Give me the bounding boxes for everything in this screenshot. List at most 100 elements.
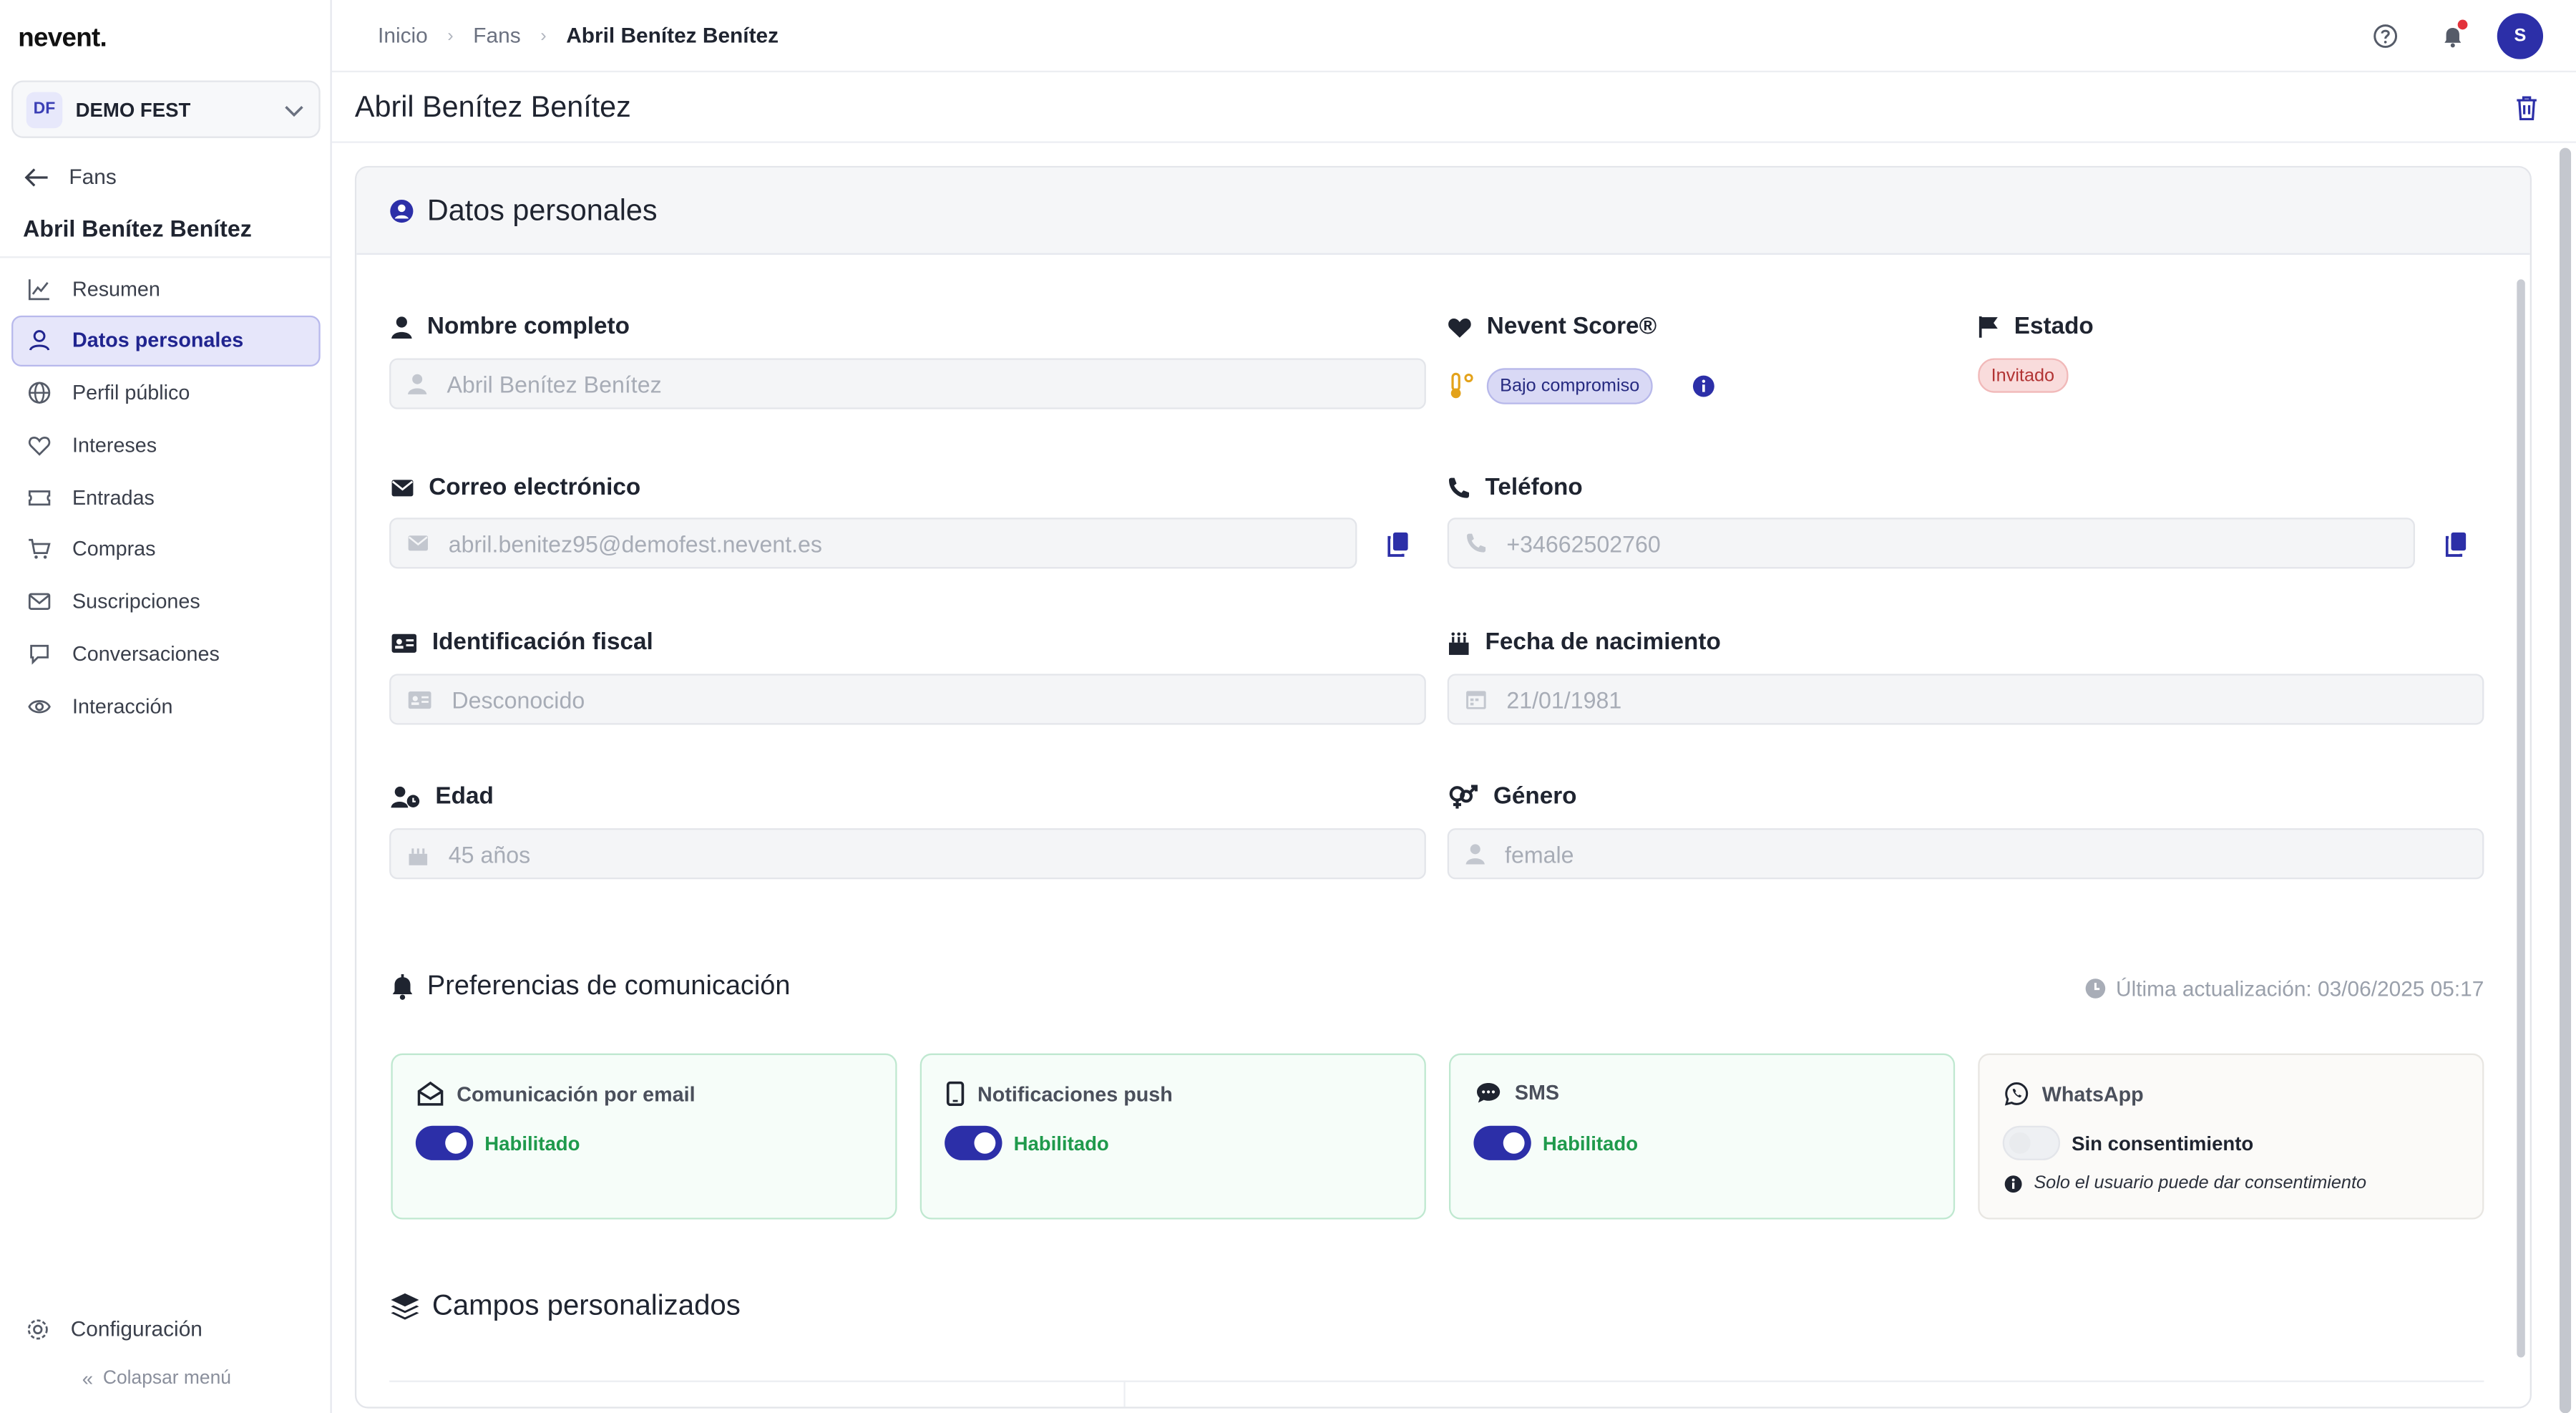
age-label: Edad	[391, 784, 494, 810]
tax-id-field[interactable]: Desconocido	[389, 674, 1426, 725]
pref-label: Notificaciones push	[977, 1082, 1173, 1105]
pref-card-whatsapp: WhatsApp Sin consentimiento Solo el usua…	[1978, 1053, 2484, 1220]
eye-icon	[28, 699, 51, 714]
pref-header: SMS	[1475, 1082, 1559, 1104]
user-circle-icon	[390, 198, 414, 222]
sidebar-item-label: Conversaciones	[72, 642, 220, 666]
user-avatar[interactable]: S	[2497, 13, 2544, 59]
gear-icon	[27, 1319, 48, 1339]
sidebar-item-suscripciones[interactable]: Suscripciones	[11, 576, 321, 627]
sidebar-item-interaccion[interactable]: Interacción	[11, 681, 321, 732]
sidebar-item-label: Perfil público	[72, 381, 190, 405]
gender-icon	[1449, 785, 1478, 809]
card-scrollbar[interactable]	[2517, 279, 2525, 1358]
sidebar-item-perfil-publico[interactable]: Perfil público	[11, 367, 321, 418]
title-text: Campos personalizados	[431, 1288, 741, 1321]
page-scrollbar[interactable]	[2560, 147, 2572, 1413]
user-solid-icon	[408, 374, 427, 394]
breadcrumb-inicio[interactable]: Inicio	[378, 23, 428, 47]
pref-card-push: Notificaciones push Habilitado	[919, 1053, 1426, 1220]
sidebar-item-resumen[interactable]: Resumen	[11, 263, 321, 314]
sidebar-item-label: Suscripciones	[72, 590, 200, 614]
cake-icon	[1448, 631, 1469, 654]
user-solid-icon	[1465, 844, 1485, 865]
sidebar-nav: Resumen Datos personales Perfil público …	[11, 263, 321, 733]
sidebar-item-conversaciones[interactable]: Conversaciones	[11, 628, 321, 679]
id-card-icon	[408, 690, 431, 708]
pref-header: Comunicación por email	[417, 1081, 696, 1106]
chevron-right-icon: ›	[447, 25, 454, 46]
email-toggle[interactable]	[415, 1125, 474, 1160]
arrow-left-icon	[24, 167, 48, 186]
label-text: Edad	[435, 784, 494, 810]
page-title: Abril Benítez Benítez	[354, 90, 631, 124]
pref-card-sms: SMS Habilitado	[1448, 1053, 1956, 1220]
custom-fields-column-divider	[1123, 1380, 1126, 1407]
pref-header: WhatsApp	[2004, 1082, 2144, 1106]
app-window: nevent. DF DEMO FEST Fans Abril Benítez …	[0, 0, 2576, 1413]
birth-date-label: Fecha de nacimiento	[1448, 629, 1721, 656]
organization-selector[interactable]: DF DEMO FEST	[11, 80, 321, 138]
ticket-icon	[28, 490, 51, 505]
copy-phone-icon[interactable]	[2443, 531, 2469, 558]
field-value: abril.benitez95@demofest.nevent.es	[448, 530, 823, 557]
pref-label: Comunicación por email	[457, 1082, 696, 1105]
age-field[interactable]: 45 años	[389, 828, 1426, 880]
estado-label: Estado	[1978, 314, 2094, 341]
sidebar-item-compras[interactable]: Compras	[11, 524, 321, 575]
phone-field[interactable]: +34662502760	[1447, 518, 2415, 569]
sidebar-item-configuracion[interactable]: Configuración	[26, 1316, 203, 1341]
gender-field[interactable]: female	[1447, 828, 2484, 880]
config-label: Configuración	[70, 1316, 203, 1341]
clock-icon	[2085, 979, 2106, 999]
label-text: Género	[1493, 784, 1577, 810]
sidebar-item-label: Datos personales	[72, 329, 244, 353]
breadcrumb-fans[interactable]: Fans	[473, 23, 520, 47]
field-value: 45 años	[448, 840, 531, 868]
push-toggle[interactable]	[945, 1125, 1002, 1160]
field-value: female	[1505, 840, 1574, 868]
sms-toggle[interactable]	[1473, 1125, 1531, 1160]
whatsapp-icon	[2004, 1082, 2029, 1106]
sidebar-item-intereses[interactable]: Intereses	[11, 419, 321, 470]
chevron-right-icon: ›	[540, 25, 547, 46]
top-bar: Inicio › Fans › Abril Benítez Benítez S	[331, 0, 2576, 73]
birth-date-field[interactable]: 21/01/1981	[1447, 674, 2484, 725]
email-field[interactable]: abril.benitez95@demofest.nevent.es	[389, 518, 1357, 569]
flag-icon	[1979, 316, 1998, 338]
collapse-menu-button[interactable]: « Colapsar menú	[82, 1367, 231, 1390]
sidebar-item-datos-personales[interactable]: Datos personales	[11, 315, 321, 366]
label-text: Correo electrónico	[429, 475, 641, 502]
envelope-solid-icon	[391, 480, 414, 497]
user-solid-icon	[391, 316, 412, 339]
copy-email-icon[interactable]	[1385, 531, 1411, 558]
help-button[interactable]	[2363, 13, 2409, 59]
label-text: Estado	[2014, 314, 2094, 341]
fan-name-heading: Abril Benítez Benítez	[23, 215, 252, 242]
label-text: Nombre completo	[426, 314, 630, 341]
sidebar-item-label: Resumen	[72, 276, 160, 301]
label-text: Nevent Score®	[1486, 314, 1657, 341]
sidebar-item-label: Interacción	[72, 694, 173, 719]
delete-button[interactable]	[2514, 94, 2540, 130]
envelope-solid-icon	[408, 535, 428, 551]
phone-icon	[1448, 477, 1469, 498]
whatsapp-toggle[interactable]	[2002, 1125, 2061, 1160]
full-name-field[interactable]: Abril Benítez Benítez	[389, 358, 1426, 409]
field-value: 21/01/1981	[1506, 686, 1622, 713]
sms-bubble-icon	[1477, 1082, 1501, 1103]
chart-line-icon	[28, 278, 49, 300]
note-text: Solo el usuario puede dar consentimiento	[2034, 1173, 2367, 1193]
mail-icon	[28, 593, 51, 611]
back-label: Fans	[69, 164, 117, 190]
collapse-label: Colapsar menú	[102, 1369, 231, 1389]
back-to-fans-link[interactable]: Fans	[23, 165, 117, 189]
heart-solid-icon	[1448, 317, 1471, 337]
sidebar-item-entradas[interactable]: Entradas	[11, 472, 321, 523]
brand-logo[interactable]: nevent.	[18, 24, 107, 54]
notifications-button[interactable]	[2430, 13, 2476, 59]
org-name: DEMO FEST	[75, 97, 191, 121]
divider	[0, 256, 331, 258]
layers-icon	[391, 1292, 419, 1319]
info-icon[interactable]	[1692, 374, 1715, 397]
